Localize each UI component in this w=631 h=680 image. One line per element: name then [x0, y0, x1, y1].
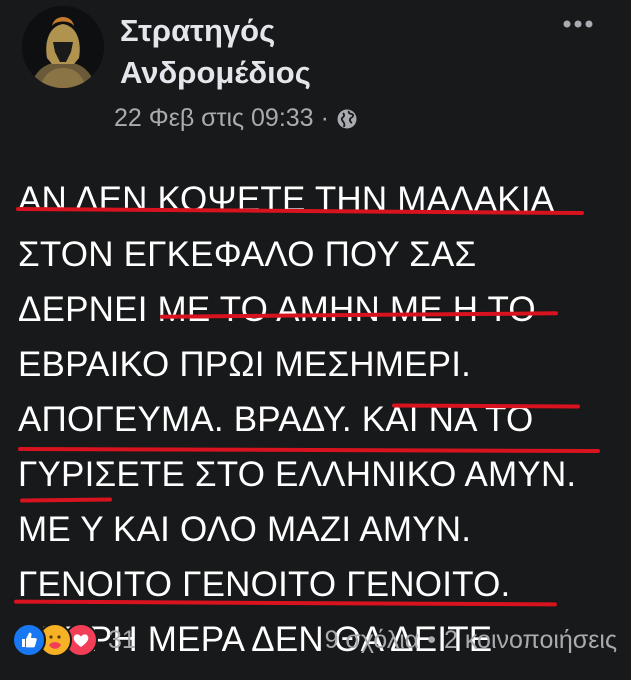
avatar[interactable] [22, 6, 104, 88]
author-name-line1: Στρατηγός [120, 13, 276, 48]
facebook-post: Στρατηγός Ανδρομέδιος 22 Φεβ στις 09:33 … [0, 0, 631, 680]
reactions-summary[interactable]: 31 [12, 623, 136, 657]
author-name[interactable]: Στρατηγός Ανδρομέδιος [120, 10, 420, 94]
post-text-line: ΕΒΡΑΙΚΟ ΠΡΩΙ ΜΕΣΗΜΕΡΙ. [18, 345, 472, 384]
more-icon[interactable] [558, 14, 598, 34]
footer-separator: • [427, 625, 436, 654]
author-name-line2: Ανδρομέδιος [120, 55, 311, 90]
globe-icon[interactable] [336, 108, 358, 130]
shares-count-link[interactable]: 2 κοινοποιήσεις [444, 626, 617, 655]
reactions-count: 31 [108, 625, 136, 654]
post-text-line: ΣΤΟΝ ΕΓΚΕΦΑΛΟ ΠΟΥ ΣΑΣ [18, 235, 477, 274]
like-icon [12, 623, 46, 657]
post-text-line: ΔΕΡΝΕΙ ΜΕ ΤΟ ΑΜΗΝ ΜΕ Η ΤΟ [18, 290, 536, 329]
post-text-line: ΜΕ Υ ΚΑΙ ΟΛΟ ΜΑΖΙ ΑΜΥΝ. [18, 510, 472, 549]
post-text-line: ΑΝ ΔΕΝ ΚΟΨΕΤΕ ΤΗΝ ΜΑΛΑΚΙΑ [18, 180, 555, 219]
post-text-line: ΓΥΡΙΣΕΤΕ ΣΤΟ ΕΛΛΗΝΙΚΟ ΑΜΥΝ. [18, 455, 577, 494]
post-meta: 22 Φεβ στις 09:33 · [114, 104, 358, 133]
post-timestamp[interactable]: 22 Φεβ στις 09:33 [114, 104, 314, 133]
comments-count-link[interactable]: 9 σχόλια [325, 626, 420, 655]
meta-separator: · [320, 104, 329, 132]
post-text: ΑΝ ΔΕΝ ΚΟΨΕΤΕ ΤΗΝ ΜΑΛΑΚΙΑ ΣΤΟΝ ΕΓΚΕΦΑΛΟ … [18, 172, 618, 667]
post-text-line: ΑΠΟΓΕΥΜΑ. ΒΡΑΔΥ. ΚΑΙ ΝΑ ΤΟ [18, 400, 534, 439]
post-footer: 31 9 σχόλια • 2 κοινοποιήσεις [12, 620, 617, 660]
